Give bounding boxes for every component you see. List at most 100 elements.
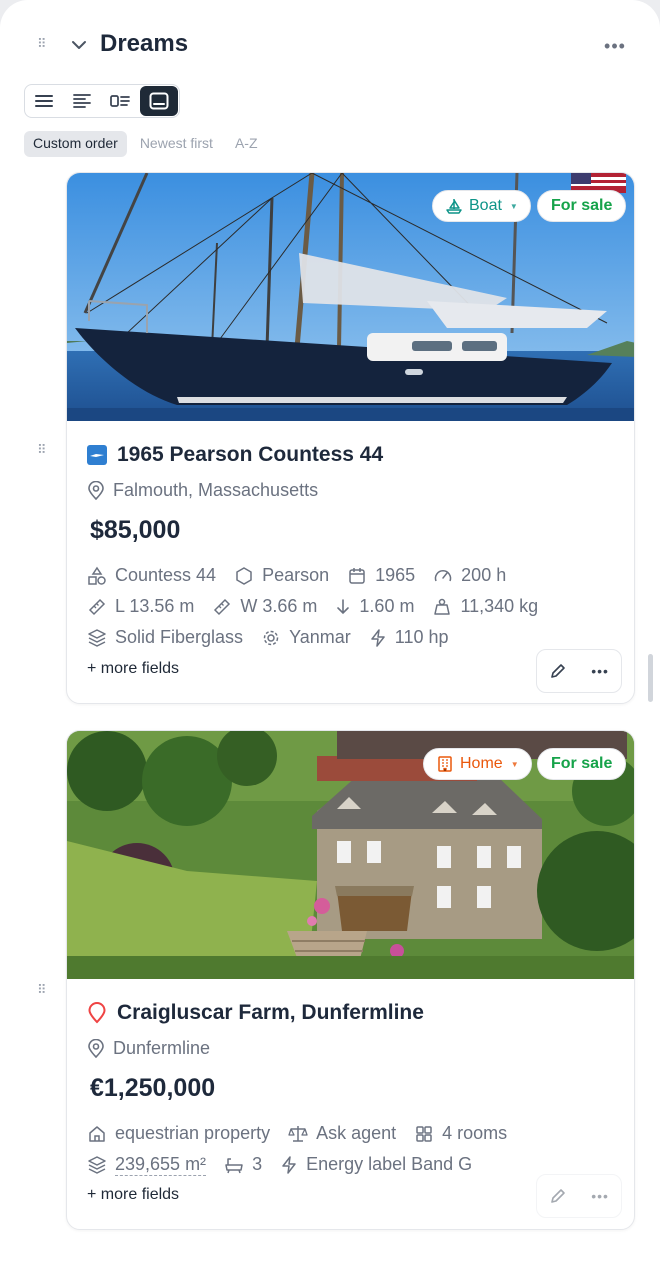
status-badge-label: For sale (551, 197, 613, 214)
field-value: W 3.66 m (240, 596, 318, 616)
compact-icon (73, 94, 91, 108)
ruler-icon (214, 598, 231, 615)
view-mode-switch (24, 84, 180, 118)
map-pin-icon (88, 1002, 106, 1024)
listing-price: €1,250,000 (90, 1074, 216, 1102)
field-energy-label: Energy label Band G (280, 1154, 472, 1175)
field-hull-material: Solid Fiberglass (87, 627, 243, 648)
field-value: Yanmar (289, 627, 351, 647)
building-icon (438, 756, 452, 772)
status-badge[interactable]: For sale (537, 748, 627, 780)
weight-icon (434, 598, 451, 615)
field-engine-power: 110 hp (369, 627, 448, 648)
caret-down-icon: ▼ (509, 201, 518, 211)
field-tenure: Ask agent (288, 1123, 396, 1144)
field-engine-make: Yanmar (261, 627, 351, 648)
gallery-icon (149, 92, 169, 110)
field-value: Countess 44 (115, 565, 217, 585)
edit-pencil-icon[interactable] (549, 662, 567, 680)
collection-header: Dreams ••• (0, 26, 660, 66)
list-view-button[interactable] (25, 85, 63, 117)
boat-brand-icon (87, 445, 107, 465)
scrollbar-thumb[interactable] (648, 654, 653, 702)
caret-down-icon: ▼ (510, 759, 519, 769)
status-badge[interactable]: For sale (537, 190, 627, 222)
arrow-down-icon (337, 598, 350, 614)
field-area: 239,655 m² (87, 1154, 207, 1176)
details-view-button[interactable] (101, 85, 139, 117)
sort-newest-first[interactable]: Newest first (131, 131, 222, 157)
field-length: L 13.56 m (87, 596, 194, 617)
field-value: 4 rooms (442, 1123, 508, 1143)
field-value: 3 (252, 1154, 263, 1174)
bathtub-icon (225, 1157, 243, 1173)
field-value: Energy label Band G (306, 1154, 473, 1174)
more-options-icon[interactable]: ••• (600, 36, 630, 56)
field-value: 200 h (461, 565, 507, 585)
status-badge-label: For sale (551, 755, 613, 772)
listing-title[interactable]: Craigluscar Farm, Dunfermline (117, 1001, 424, 1025)
listing-fields: Countess 44 Pearson 1965 200 h L 13.56 m… (87, 560, 614, 653)
field-value: Solid Fiberglass (115, 627, 244, 647)
field-bathrooms: 3 (224, 1154, 262, 1175)
more-options-icon[interactable]: ••• (591, 1188, 609, 1204)
field-year: 1965 (347, 565, 415, 586)
sort-options: Custom order Newest first A-Z (24, 131, 267, 157)
grid-icon (416, 1125, 432, 1142)
collection-panel: ⠿ Dreams ••• Custom order Newest first A… (0, 0, 660, 1261)
calendar-icon (349, 567, 365, 584)
sort-a-z[interactable]: A-Z (226, 131, 267, 157)
gauge-icon (434, 569, 452, 581)
listing-location: Falmouth, Massachusetts (87, 480, 318, 501)
listing-card[interactable]: Home ▼ For sale Craigluscar Farm, Dunfer… (66, 730, 635, 1230)
chevron-down-icon[interactable] (70, 36, 88, 54)
field-rooms: 4 rooms (414, 1123, 507, 1144)
type-badge-label: Home (460, 755, 503, 772)
listing-card[interactable]: Boat ▼ For sale 1965 Pearson Countess 44… (66, 172, 635, 704)
type-badge[interactable]: Boat ▼ (432, 190, 531, 222)
lightning-icon (282, 1155, 296, 1174)
type-badge-label: Boat (469, 197, 502, 214)
type-badge[interactable]: Home ▼ (423, 748, 532, 780)
field-value: Ask agent (316, 1123, 397, 1143)
card-title-row: 1965 Pearson Countess 44 (87, 443, 383, 467)
layers-icon (88, 1155, 106, 1174)
field-builder: Pearson (234, 565, 329, 586)
field-width: W 3.66 m (212, 596, 317, 617)
list-icon (35, 95, 53, 107)
card-actions: ••• (536, 649, 622, 693)
edit-pencil-icon[interactable] (549, 1187, 567, 1205)
more-fields-link[interactable]: + more fields (87, 1186, 179, 1204)
field-value[interactable]: 239,655 m² (115, 1154, 207, 1176)
details-icon (110, 95, 130, 107)
sort-custom-order[interactable]: Custom order (24, 131, 127, 157)
listing-price: $85,000 (90, 516, 181, 544)
ruler-icon (88, 598, 106, 615)
compact-view-button[interactable] (63, 85, 101, 117)
field-value: 11,340 kg (460, 596, 539, 616)
more-options-icon[interactable]: ••• (591, 663, 609, 679)
drag-handle-icon[interactable]: ⠿ (37, 444, 46, 457)
listing-title[interactable]: 1965 Pearson Countess 44 (117, 443, 383, 467)
field-value: 1.60 m (359, 596, 415, 616)
field-model: Countess 44 (87, 565, 216, 586)
hexagon-icon (236, 566, 252, 585)
field-value: equestrian property (115, 1123, 271, 1143)
more-fields-link[interactable]: + more fields (87, 660, 179, 678)
field-value: L 13.56 m (115, 596, 195, 616)
field-weight: 11,340 kg (432, 596, 538, 617)
cog-icon (263, 630, 279, 645)
listing-location: Dunfermline (87, 1038, 210, 1059)
drag-handle-icon[interactable]: ⠿ (37, 984, 46, 997)
location-text: Dunfermline (113, 1038, 211, 1058)
gallery-view-button[interactable] (140, 86, 178, 116)
field-value: Pearson (262, 565, 330, 585)
collection-title: Dreams (100, 30, 189, 57)
sailboat-icon (446, 199, 462, 214)
card-actions: ••• (536, 1174, 622, 1218)
field-value: 1965 (375, 565, 416, 585)
map-pin-icon (88, 480, 104, 500)
location-text: Falmouth, Massachusetts (113, 480, 319, 500)
map-pin-icon (88, 1038, 104, 1058)
field-draft: 1.60 m (335, 596, 414, 617)
